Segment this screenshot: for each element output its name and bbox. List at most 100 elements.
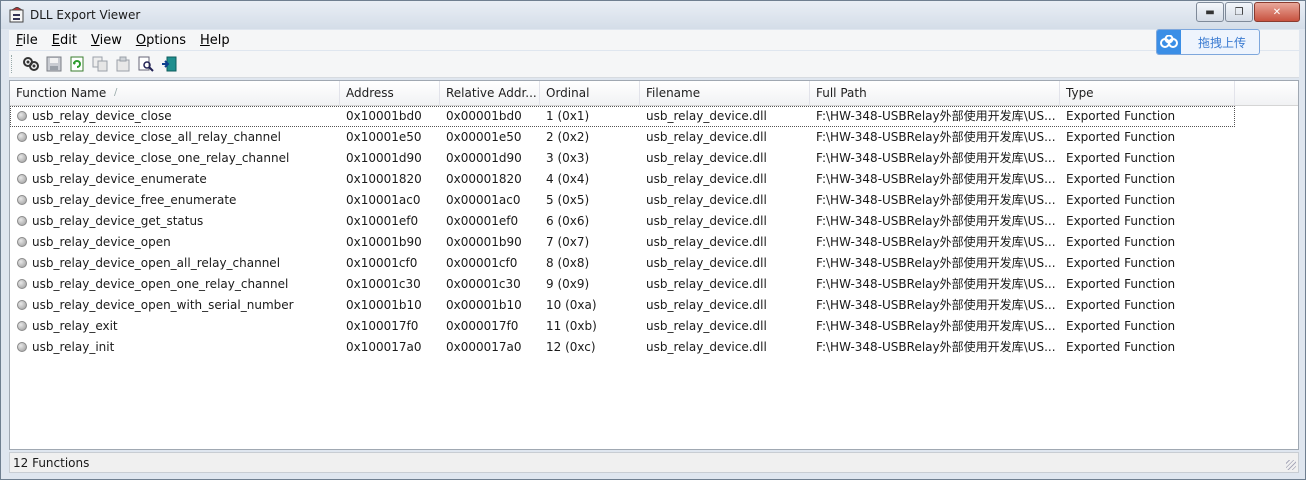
menu-options[interactable]: Options bbox=[129, 33, 193, 48]
menu-file[interactable]: File bbox=[9, 33, 45, 48]
relative-address-cell: 0x00001820 bbox=[446, 172, 522, 186]
filename-cell: usb_relay_device.dll bbox=[646, 340, 767, 354]
upload-badge[interactable]: 拖拽上传 bbox=[1156, 29, 1260, 55]
full-path-cell: F:\HW-348-USBRelay外部使用开发库\US... bbox=[816, 277, 1056, 291]
column-header-relative-address[interactable]: Relative Addr... bbox=[440, 81, 540, 105]
column-label: Full Path bbox=[816, 86, 867, 100]
function-bullet-icon bbox=[17, 195, 27, 205]
filename-cell: usb_relay_device.dll bbox=[646, 319, 767, 333]
ordinal-cell: 11 (0xb) bbox=[546, 319, 597, 333]
table-row[interactable]: usb_relay_device_close_one_relay_channel… bbox=[10, 148, 1298, 169]
exit-icon[interactable] bbox=[159, 54, 179, 74]
table-row[interactable]: usb_relay_device_open_with_serial_number… bbox=[10, 295, 1298, 316]
minimize-icon: ▬ bbox=[1205, 6, 1215, 18]
type-cell: Exported Function bbox=[1066, 235, 1176, 249]
function-bullet-icon bbox=[17, 174, 27, 184]
relative-address-cell: 0x00001d90 bbox=[446, 151, 522, 165]
ordinal-cell: 1 (0x1) bbox=[546, 109, 590, 123]
filename-cell: usb_relay_device.dll bbox=[646, 277, 767, 291]
address-cell: 0x10001c30 bbox=[346, 277, 421, 291]
ordinal-cell: 4 (0x4) bbox=[546, 172, 590, 186]
relative-address-cell: 0x00001b10 bbox=[446, 298, 522, 312]
relative-address-cell: 0x00001b90 bbox=[446, 235, 522, 249]
column-header-ordinal[interactable]: Ordinal bbox=[540, 81, 640, 105]
column-header-function-name[interactable]: Function Name / bbox=[10, 81, 340, 105]
toolbar-grip[interactable] bbox=[11, 55, 15, 73]
column-header-full-path[interactable]: Full Path bbox=[810, 81, 1060, 105]
minimize-button[interactable]: ▬ bbox=[1196, 2, 1224, 22]
address-cell: 0x10001b10 bbox=[346, 298, 422, 312]
resize-grip[interactable] bbox=[1286, 460, 1296, 470]
type-cell: Exported Function bbox=[1066, 172, 1176, 186]
full-path-cell: F:\HW-348-USBRelay外部使用开发库\US... bbox=[816, 340, 1056, 354]
menu-edit[interactable]: Edit bbox=[45, 33, 84, 48]
menu-help[interactable]: Help bbox=[193, 33, 237, 48]
relative-address-cell: 0x00001ef0 bbox=[446, 214, 519, 228]
table-row[interactable]: usb_relay_device_open_all_relay_channel 0… bbox=[10, 253, 1298, 274]
full-path-cell: F:\HW-348-USBRelay外部使用开发库\US... bbox=[816, 298, 1056, 312]
functions-list[interactable]: Function Name / Address Relative Addr... … bbox=[9, 80, 1299, 450]
filename-cell: usb_relay_device.dll bbox=[646, 109, 767, 123]
function-bullet-icon bbox=[17, 237, 27, 247]
column-label: Ordinal bbox=[546, 86, 590, 100]
table-row[interactable]: usb_relay_device_enumerate 0x10001820 0x00… bbox=[10, 169, 1298, 190]
toolbar bbox=[9, 51, 1299, 78]
function-name-cell: usb_relay_device_close bbox=[32, 109, 172, 123]
type-cell: Exported Function bbox=[1066, 277, 1176, 291]
table-row[interactable]: usb_relay_exit 0x100017f0 0x000017f0 11 (0x… bbox=[10, 316, 1298, 337]
filename-cell: usb_relay_device.dll bbox=[646, 214, 767, 228]
restore-icon: ❐ bbox=[1234, 6, 1244, 18]
type-cell: Exported Function bbox=[1066, 319, 1176, 333]
full-path-cell: F:\HW-348-USBRelay外部使用开发库\US... bbox=[816, 193, 1056, 207]
menu-bar: File Edit View Options Help bbox=[9, 30, 1299, 50]
table-row[interactable]: usb_relay_init 0x100017a0 0x000017a0 12 (0x… bbox=[10, 337, 1298, 358]
table-row[interactable]: usb_relay_device_open 0x10001b90 0x00001b9… bbox=[10, 232, 1298, 253]
function-name-cell: usb_relay_device_enumerate bbox=[32, 172, 207, 186]
table-row[interactable]: usb_relay_device_get_status 0x10001ef0 0x0… bbox=[10, 211, 1298, 232]
full-path-cell: F:\HW-348-USBRelay外部使用开发库\US... bbox=[816, 109, 1056, 123]
type-cell: Exported Function bbox=[1066, 340, 1176, 354]
title-bar[interactable]: DLL Export Viewer ▬ ❐ ✕ bbox=[1, 1, 1305, 29]
address-cell: 0x10001d90 bbox=[346, 151, 422, 165]
full-path-cell: F:\HW-348-USBRelay外部使用开发库\US... bbox=[816, 256, 1056, 270]
full-path-cell: F:\HW-348-USBRelay外部使用开发库\US... bbox=[816, 319, 1056, 333]
function-bullet-icon bbox=[17, 111, 27, 121]
refresh-icon[interactable] bbox=[67, 54, 87, 74]
properties-icon[interactable] bbox=[113, 54, 133, 74]
copy-icon[interactable] bbox=[90, 54, 110, 74]
table-row[interactable]: usb_relay_device_close_all_relay_channel… bbox=[10, 127, 1298, 148]
relative-address-cell: 0x00001bd0 bbox=[446, 109, 522, 123]
maximize-button[interactable]: ❐ bbox=[1225, 2, 1253, 22]
search-icon[interactable] bbox=[136, 54, 156, 74]
table-row[interactable]: usb_relay_device_close 0x10001bd0 0x00001b… bbox=[10, 106, 1235, 127]
table-row[interactable]: usb_relay_device_open_one_relay_channel 0… bbox=[10, 274, 1298, 295]
filename-cell: usb_relay_device.dll bbox=[646, 256, 767, 270]
column-label: Address bbox=[346, 86, 394, 100]
filename-cell: usb_relay_device.dll bbox=[646, 172, 767, 186]
function-name-cell: usb_relay_exit bbox=[32, 319, 118, 333]
column-header-address[interactable]: Address bbox=[340, 81, 440, 105]
function-bullet-icon bbox=[17, 342, 27, 352]
ordinal-cell: 8 (0x8) bbox=[546, 256, 590, 270]
status-text: 12 Functions bbox=[13, 456, 90, 470]
table-row[interactable]: usb_relay_device_free_enumerate 0x10001ac… bbox=[10, 190, 1298, 211]
status-bar: 12 Functions bbox=[9, 452, 1299, 473]
relative-address-cell: 0x00001cf0 bbox=[446, 256, 518, 270]
type-cell: Exported Function bbox=[1066, 151, 1176, 165]
window-controls: ▬ ❐ ✕ bbox=[1195, 2, 1300, 22]
close-button[interactable]: ✕ bbox=[1254, 2, 1300, 22]
save-icon[interactable] bbox=[44, 54, 64, 74]
sort-indicator-icon: / bbox=[114, 87, 118, 98]
function-name-cell: usb_relay_init bbox=[32, 340, 115, 354]
column-header-filename[interactable]: Filename bbox=[640, 81, 810, 105]
column-header-type[interactable]: Type bbox=[1060, 81, 1235, 105]
filename-cell: usb_relay_device.dll bbox=[646, 151, 767, 165]
type-cell: Exported Function bbox=[1066, 109, 1176, 123]
menu-view[interactable]: View bbox=[84, 33, 129, 48]
function-bullet-icon bbox=[17, 216, 27, 226]
function-name-cell: usb_relay_device_close_all_relay_channel bbox=[32, 130, 281, 144]
find-dll-icon[interactable] bbox=[21, 54, 41, 74]
function-bullet-icon bbox=[17, 279, 27, 289]
window-title: DLL Export Viewer bbox=[30, 8, 141, 22]
function-bullet-icon bbox=[17, 258, 27, 268]
